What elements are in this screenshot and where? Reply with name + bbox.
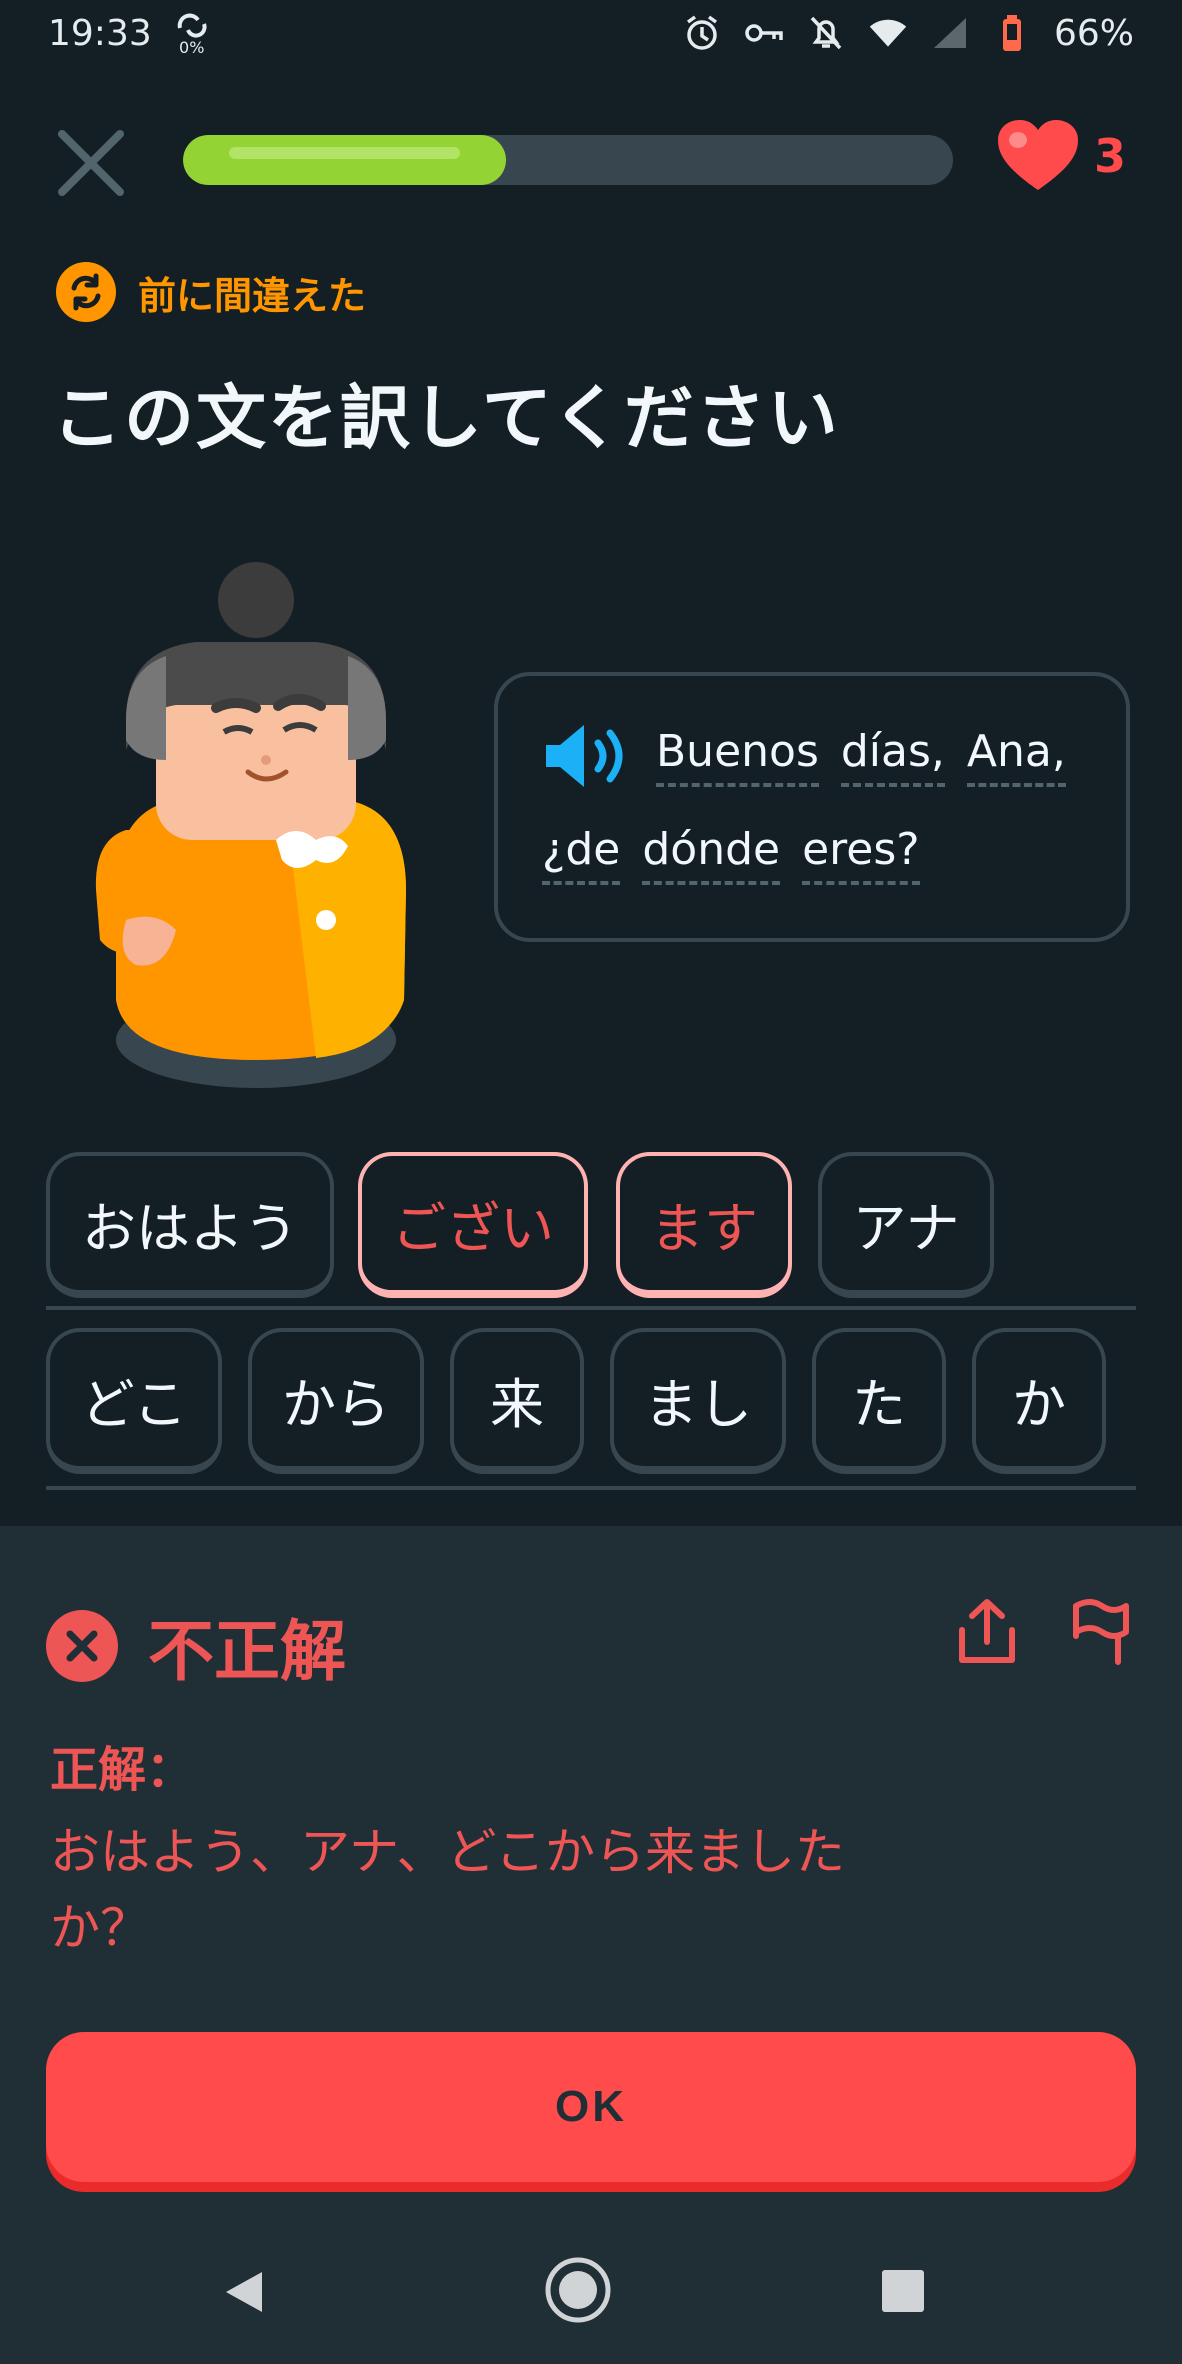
- correct-answer-label: 正解：: [50, 1742, 195, 1798]
- data-usage-text: 0%: [179, 38, 205, 57]
- recents-icon: [882, 2270, 924, 2312]
- notifications-off-icon: [806, 13, 846, 53]
- bubble-line-2: ¿de dónde eres?: [542, 814, 1086, 894]
- previous-mistake-tag: 前に間違えた: [56, 262, 366, 322]
- chip-label: アナ: [852, 1196, 960, 1260]
- word-chip[interactable]: まし: [610, 1328, 786, 1474]
- back-icon: [226, 2272, 262, 2312]
- chip-label: か: [1012, 1372, 1066, 1436]
- wifi-icon: [868, 13, 908, 53]
- page-title: この文を訳してください: [52, 377, 840, 459]
- hearts-count: 3: [1094, 129, 1127, 183]
- bubble-word[interactable]: dónde: [642, 824, 781, 885]
- ok-button[interactable]: OK: [46, 2032, 1136, 2182]
- bubble-line-1: Buenos días, Ana,: [542, 716, 1086, 796]
- flag-icon: [1073, 1599, 1129, 1665]
- chip-label: 来: [490, 1372, 544, 1436]
- chip-label: どこ: [80, 1372, 188, 1436]
- nav-back-button[interactable]: [222, 2268, 266, 2320]
- hearts-counter[interactable]: 3: [996, 120, 1126, 192]
- answer-chip-wrong[interactable]: ます: [616, 1152, 792, 1298]
- word-chip[interactable]: た: [812, 1328, 946, 1474]
- answer-line-2: どこ から 来 まし た か: [46, 1328, 1136, 1490]
- answer-chip[interactable]: おはよう: [46, 1152, 334, 1298]
- close-button[interactable]: [52, 124, 130, 202]
- answer-chip[interactable]: アナ: [818, 1152, 994, 1298]
- lesson-progress-bar: [183, 135, 953, 185]
- chip-label: ござい: [392, 1196, 554, 1260]
- character-illustration: [86, 560, 416, 1090]
- chip-label: から: [282, 1372, 390, 1436]
- battery-percent: 66%: [1053, 12, 1134, 54]
- status-bar: 19:33 0% 66%: [0, 0, 1182, 66]
- system-nav-bar: [0, 2232, 1182, 2344]
- speech-bubble: Buenos días, Ana, ¿de dónde eres?: [494, 672, 1130, 942]
- close-icon: [58, 130, 124, 196]
- alarm-icon: [682, 13, 722, 53]
- progress-fill: [183, 135, 506, 185]
- chip-label: ます: [650, 1196, 758, 1260]
- bubble-word[interactable]: Buenos: [656, 726, 819, 787]
- bubble-word[interactable]: ¿de: [542, 824, 621, 885]
- correct-answer-text: おはよう、アナ、どこから来ましたか？: [50, 1823, 845, 1957]
- share-icon: [959, 1599, 1015, 1663]
- bubble-word[interactable]: días,: [840, 726, 945, 787]
- chip-label: まし: [644, 1372, 752, 1436]
- heart-icon: [998, 120, 1078, 190]
- answer-chip-wrong[interactable]: ござい: [358, 1152, 588, 1298]
- data-saver-indicator: 0%: [174, 10, 210, 56]
- chip-label: た: [852, 1372, 906, 1436]
- feedback-header: 不正解: [46, 1598, 346, 1694]
- repeat-icon: [56, 262, 116, 322]
- bubble-word[interactable]: eres?: [802, 824, 920, 885]
- report-button[interactable]: [1070, 1596, 1132, 1666]
- speaker-icon: [546, 725, 623, 787]
- battery-icon: [992, 13, 1032, 53]
- previous-mistake-label: 前に間違えた: [138, 273, 367, 318]
- progress-shine: [229, 147, 460, 159]
- answer-line-1: おはよう ござい ます アナ: [46, 1152, 1136, 1310]
- word-chip[interactable]: か: [972, 1328, 1106, 1474]
- bubble-word[interactable]: Ana,: [966, 726, 1066, 787]
- word-chip[interactable]: から: [248, 1328, 424, 1474]
- cell-signal-icon: [930, 13, 970, 53]
- vpn-key-icon: [744, 13, 784, 53]
- home-icon: [545, 2257, 611, 2323]
- clock: 19:33: [48, 12, 152, 54]
- incorrect-icon: [46, 1610, 118, 1682]
- nav-home-button[interactable]: [544, 2256, 612, 2328]
- word-chip[interactable]: どこ: [46, 1328, 222, 1474]
- chip-label: おはよう: [82, 1196, 298, 1260]
- speaker-button[interactable]: [542, 721, 634, 791]
- data-saver-icon: [177, 13, 207, 38]
- nav-recents-button[interactable]: [880, 2268, 926, 2318]
- feedback-title: 不正解: [148, 1613, 346, 1690]
- share-button[interactable]: [956, 1596, 1018, 1666]
- word-chip[interactable]: 来: [450, 1328, 584, 1474]
